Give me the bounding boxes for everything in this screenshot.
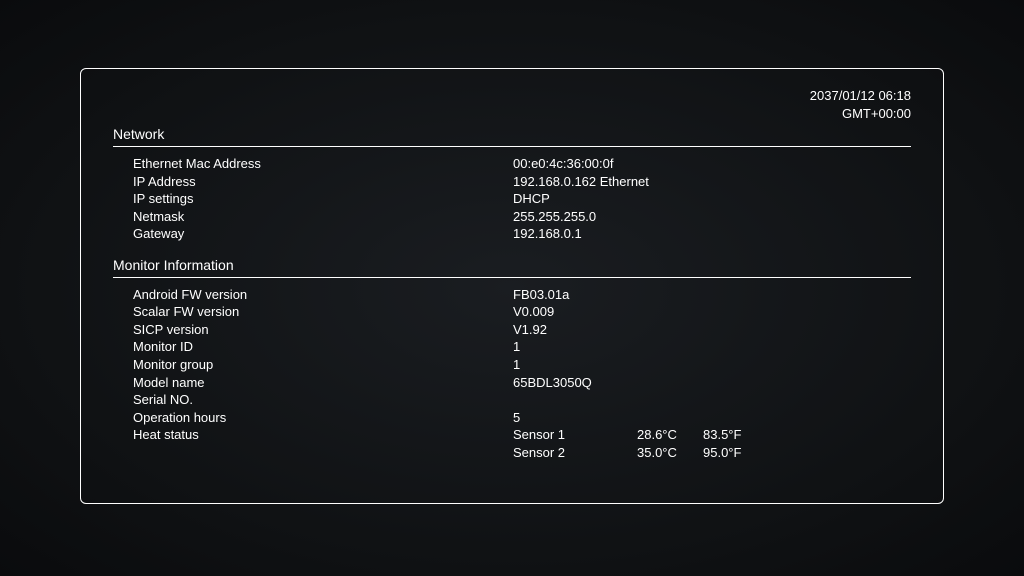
- row-mac: Ethernet Mac Address 00:e0:4c:36:00:0f: [133, 155, 911, 173]
- value-scalarfw: V0.009: [513, 303, 911, 321]
- row-monitorgroup: Monitor group 1: [133, 356, 911, 374]
- info-panel: 2037/01/12 06:18 GMT+00:00 Network Ether…: [80, 68, 944, 504]
- value-mac: 00:e0:4c:36:00:0f: [513, 155, 911, 173]
- sensor2-f: 95.0°F: [703, 444, 769, 462]
- sensor2-c: 35.0°C: [637, 444, 703, 462]
- section-title-network: Network: [113, 126, 911, 147]
- row-androidfw: Android FW version FB03.01a: [133, 286, 911, 304]
- row-sicp: SICP version V1.92: [133, 321, 911, 339]
- value-androidfw: FB03.01a: [513, 286, 911, 304]
- section-title-monitor: Monitor Information: [113, 257, 911, 278]
- monitor-rows: Android FW version FB03.01a Scalar FW ve…: [113, 286, 911, 461]
- datetime: 2037/01/12 06:18: [113, 87, 911, 105]
- label-netmask: Netmask: [133, 208, 513, 226]
- value-ipsettings: DHCP: [513, 190, 911, 208]
- value-ip: 192.168.0.162 Ethernet: [513, 173, 911, 191]
- label-monitorid: Monitor ID: [133, 338, 513, 356]
- network-rows: Ethernet Mac Address 00:e0:4c:36:00:0f I…: [113, 155, 911, 243]
- row-heat: Heat status Sensor 1 28.6°C 83.5°F Senso…: [133, 426, 911, 461]
- sensor1-name: Sensor 1: [513, 426, 637, 444]
- label-androidfw: Android FW version: [133, 286, 513, 304]
- label-model: Model name: [133, 374, 513, 392]
- label-ipsettings: IP settings: [133, 190, 513, 208]
- sensor1-c: 28.6°C: [637, 426, 703, 444]
- row-ipsettings: IP settings DHCP: [133, 190, 911, 208]
- value-monitorid: 1: [513, 338, 911, 356]
- sensor2-name: Sensor 2: [513, 444, 637, 462]
- label-mac: Ethernet Mac Address: [133, 155, 513, 173]
- row-ophours: Operation hours 5: [133, 409, 911, 427]
- label-scalarfw: Scalar FW version: [133, 303, 513, 321]
- label-heat: Heat status: [133, 426, 513, 461]
- row-scalarfw: Scalar FW version V0.009: [133, 303, 911, 321]
- value-model: 65BDL3050Q: [513, 374, 911, 392]
- heat-values: Sensor 1 28.6°C 83.5°F Sensor 2 35.0°C 9…: [513, 426, 769, 461]
- row-netmask: Netmask 255.255.255.0: [133, 208, 911, 226]
- label-sicp: SICP version: [133, 321, 513, 339]
- row-ip: IP Address 192.168.0.162 Ethernet: [133, 173, 911, 191]
- value-gateway: 192.168.0.1: [513, 225, 911, 243]
- value-sicp: V1.92: [513, 321, 911, 339]
- row-monitorid: Monitor ID 1: [133, 338, 911, 356]
- heat-sensor2: Sensor 2 35.0°C 95.0°F: [513, 444, 769, 462]
- row-gateway: Gateway 192.168.0.1: [133, 225, 911, 243]
- label-ophours: Operation hours: [133, 409, 513, 427]
- value-ophours: 5: [513, 409, 911, 427]
- row-model: Model name 65BDL3050Q: [133, 374, 911, 392]
- label-monitorgroup: Monitor group: [133, 356, 513, 374]
- heat-sensor1: Sensor 1 28.6°C 83.5°F: [513, 426, 769, 444]
- timestamp-block: 2037/01/12 06:18 GMT+00:00: [113, 87, 911, 122]
- sensor1-f: 83.5°F: [703, 426, 769, 444]
- timezone: GMT+00:00: [113, 105, 911, 123]
- row-serial: Serial NO.: [133, 391, 911, 409]
- label-ip: IP Address: [133, 173, 513, 191]
- label-gateway: Gateway: [133, 225, 513, 243]
- value-netmask: 255.255.255.0: [513, 208, 911, 226]
- label-serial: Serial NO.: [133, 391, 513, 409]
- value-monitorgroup: 1: [513, 356, 911, 374]
- value-serial: [513, 391, 911, 409]
